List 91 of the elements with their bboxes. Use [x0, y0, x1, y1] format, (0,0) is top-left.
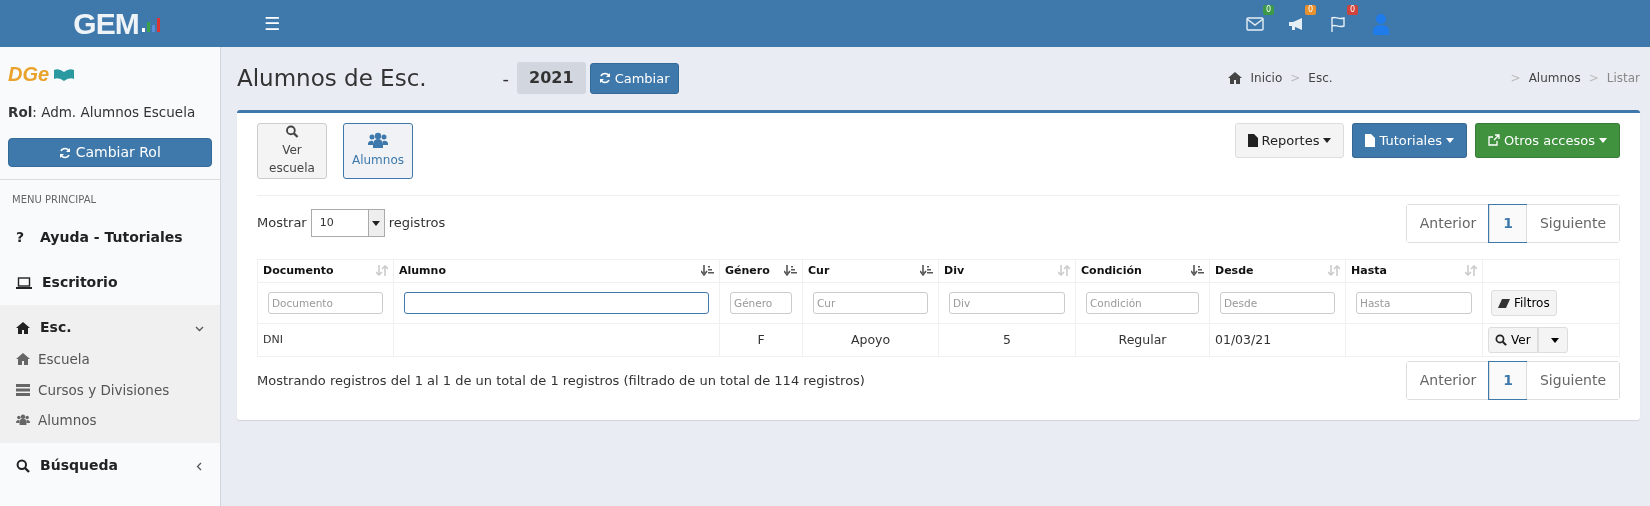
filter-field[interactable]: Hasta	[1356, 292, 1472, 314]
role-text: Rol: Adm. Alumnos Escuela	[8, 103, 197, 122]
refresh-icon	[598, 72, 611, 85]
column-header[interactable]: Cur	[808, 262, 830, 279]
submenu-item[interactable]: Escuela	[0, 344, 220, 375]
eraser-icon	[1498, 298, 1510, 308]
year-label: 2021	[517, 62, 586, 95]
question-icon: ?	[16, 227, 30, 249]
external-link-icon	[1488, 134, 1500, 147]
caret-icon	[1323, 137, 1332, 143]
refresh-icon	[59, 147, 72, 160]
dropdown-toggle-button[interactable]	[1537, 327, 1568, 353]
filter-field[interactable]: Desde	[1220, 292, 1335, 314]
laptop-icon	[16, 276, 32, 289]
logo-text: GEM	[73, 6, 139, 41]
filter-field[interactable]	[404, 292, 709, 314]
table-cell: 5	[1003, 331, 1011, 347]
pagination-button[interactable]: 1	[1489, 362, 1526, 399]
home-icon	[1228, 72, 1243, 85]
records-label: registros	[388, 214, 446, 233]
filter-field[interactable]: Cur	[813, 292, 928, 314]
sort-icon[interactable]	[784, 265, 797, 277]
count-badge: 0	[1262, 4, 1274, 15]
logo-text: DGe	[8, 63, 50, 86]
book-icon	[53, 67, 76, 82]
dropdown-button[interactable]: Otros accesos	[1475, 122, 1620, 158]
search-icon	[16, 458, 30, 473]
table-cell: F	[757, 331, 765, 347]
menu-item[interactable]: Escritorio	[0, 260, 220, 306]
search-icon	[283, 124, 301, 138]
separator-text: -	[502, 66, 510, 91]
submenu-item[interactable]: Cursos y Divisiones	[0, 374, 220, 405]
document-icon	[1365, 133, 1376, 147]
sort-icon[interactable]	[920, 265, 933, 277]
show-label: Mostrar	[257, 214, 307, 233]
breadcrumb-link[interactable]: Esc.	[1308, 69, 1333, 88]
menu-item[interactable]: Búsqueda	[0, 443, 220, 488]
separator-text: >	[1290, 70, 1301, 88]
mail-icon[interactable]	[1246, 17, 1264, 31]
caret-icon	[372, 220, 381, 226]
dropdown-button[interactable]: Reportes	[1234, 122, 1345, 158]
caret-icon	[1550, 338, 1559, 343]
clear-filters-button[interactable]: Filtros	[1491, 290, 1557, 316]
home-icon	[16, 321, 30, 334]
dropdown-button[interactable]: Tutoriales	[1352, 122, 1467, 158]
sort-icon[interactable]	[701, 265, 714, 277]
records-info: Mostrando registros del 1 al 1 de un total de 1 registros (filtrado de un total de 114 registros)	[257, 371, 865, 390]
users-icon	[368, 132, 388, 148]
breadcrumb-current: Listar	[1606, 70, 1640, 88]
change-button[interactable]: Cambiar	[589, 62, 679, 94]
breadcrumb-link[interactable]: Alumnos	[1528, 69, 1581, 88]
filter-field[interactable]: Documento	[268, 292, 383, 314]
menu-item[interactable]: Esc.	[0, 305, 220, 345]
flag-icon[interactable]	[1330, 16, 1346, 32]
table-cell: 01/03/21	[1215, 331, 1272, 347]
users-icon	[16, 414, 30, 426]
filter-field[interactable]: Género	[730, 292, 792, 314]
pagination-button[interactable]: Siguiente	[1526, 362, 1619, 399]
page-title: Alumnos de Esc.	[237, 64, 427, 93]
breadcrumb-link[interactable]: Inicio	[1250, 69, 1283, 88]
document-icon	[1247, 133, 1258, 147]
change-role-button[interactable]: Cambiar Rol	[8, 138, 212, 168]
home-icon	[16, 353, 30, 366]
bar-chart-icon	[140, 15, 161, 32]
count-badge: 0	[1346, 4, 1358, 15]
filter-field[interactable]: Condición	[1086, 292, 1199, 314]
page-size-select[interactable]: 10	[310, 209, 385, 237]
toolbar-button[interactable]: Alumnos	[343, 122, 413, 179]
menu-header: MENU PRINCIPAL	[11, 193, 98, 208]
table-cell: DNI	[263, 332, 283, 346]
submenu-item[interactable]: Alumnos	[0, 404, 220, 435]
filter-field[interactable]: Div	[949, 292, 1065, 314]
separator-text: >	[1510, 70, 1521, 88]
menu-icon[interactable]: ☰	[264, 10, 281, 37]
list-icon	[16, 383, 30, 396]
caret-icon	[1446, 137, 1454, 143]
toolbar-button[interactable]: Ver escuela	[257, 122, 327, 179]
column-header[interactable]: Hasta	[1351, 262, 1387, 279]
pagination-button[interactable]: Siguiente	[1526, 204, 1619, 242]
menu-item[interactable]: ? Ayuda - Tutoriales	[0, 215, 220, 261]
search-icon	[1495, 334, 1507, 346]
view-button[interactable]: Ver	[1488, 327, 1538, 353]
count-badge: 0	[1304, 4, 1316, 15]
table-cell: Apoyo	[850, 331, 891, 347]
caret-icon	[1599, 137, 1607, 143]
table-cell: Regular	[1118, 331, 1167, 347]
column-header[interactable]: Div	[944, 262, 965, 279]
sort-icon[interactable]	[1191, 265, 1204, 277]
column-header[interactable]: Alumno	[399, 262, 446, 279]
pagination-button[interactable]: 1	[1489, 204, 1526, 242]
separator-text: >	[1588, 70, 1599, 88]
